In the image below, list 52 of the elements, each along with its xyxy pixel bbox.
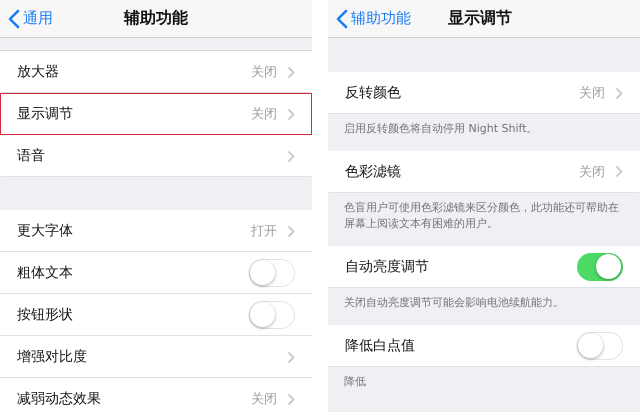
back-chevron-icon [8,8,20,28]
chevron-icon [287,66,295,78]
chevron-icon [287,392,295,406]
row-value: 关闭 [251,64,277,81]
chevron-icon [615,165,623,178]
chevron-icon [287,350,295,364]
row-value: 关闭 [251,391,277,408]
footer-note: 启用反转颜色将自动停用 Night Shift。 [343,121,539,137]
row-value: 关闭 [579,164,605,181]
toggle-switch[interactable] [249,259,295,287]
screen-title: 显示调节 [448,8,512,29]
settings-row[interactable]: 粗体文本 [0,252,312,294]
row-label: 显示调节 [17,105,74,123]
row-label: 语音 [17,147,46,165]
footer-note: 降低 [343,374,367,390]
row-label: 降低白点值 [345,336,416,355]
settings-row[interactable]: 增强对比度 [0,336,312,378]
settings-row[interactable]: 放大器 关闭 [0,51,312,93]
toggle-switch[interactable] [249,301,295,329]
row-label: 更大字体 [17,222,74,240]
back-chevron-icon [336,8,348,28]
row-value: 打开 [251,223,277,240]
chevron-icon [287,108,295,120]
settings-row[interactable]: 减弱动态效果 关闭 [0,378,312,412]
settings-row[interactable]: 语音 [0,135,312,177]
footer-note: 关闭自动亮度调节可能会影响电池续航能力。 [343,294,565,311]
settings-row[interactable]: 反转颜色 关闭 [328,72,640,114]
row-label: 粗体文本 [17,264,74,282]
row-value: 关闭 [251,106,277,123]
settings-row[interactable]: 自动亮度调节 [328,246,640,288]
screen-title: 辅助功能 [124,8,188,29]
footer-note: 色盲用户可使用色彩滤镜来区分颜色，此功能还可帮助在屏幕上阅读文本有困难的用户。 [343,200,620,232]
settings-row[interactable]: 按钮形状 [0,294,312,336]
row-label: 减弱动态效果 [17,390,102,408]
row-value: 关闭 [579,85,605,102]
toggle-switch[interactable] [577,332,623,360]
row-label: 自动亮度调节 [345,258,430,276]
chevron-icon [615,86,623,100]
row-label: 按钮形状 [17,306,74,324]
row-label: 色彩滤镜 [345,162,402,181]
row-label: 放大器 [17,63,60,81]
row-label: 增强对比度 [17,348,88,366]
back-button[interactable]: 通用 [0,8,53,28]
toggle-switch[interactable] [577,252,623,281]
back-button[interactable]: 辅助功能 [328,8,411,28]
row-label: 反转颜色 [345,84,402,102]
chevron-icon [287,150,295,162]
settings-row[interactable]: 降低白点值 [328,324,640,367]
settings-row[interactable]: 更大字体 打开 [0,210,312,252]
settings-row[interactable]: 显示调节 关闭 [0,93,312,135]
settings-row[interactable]: 色彩滤镜 关闭 [328,150,640,193]
chevron-icon [287,224,295,238]
